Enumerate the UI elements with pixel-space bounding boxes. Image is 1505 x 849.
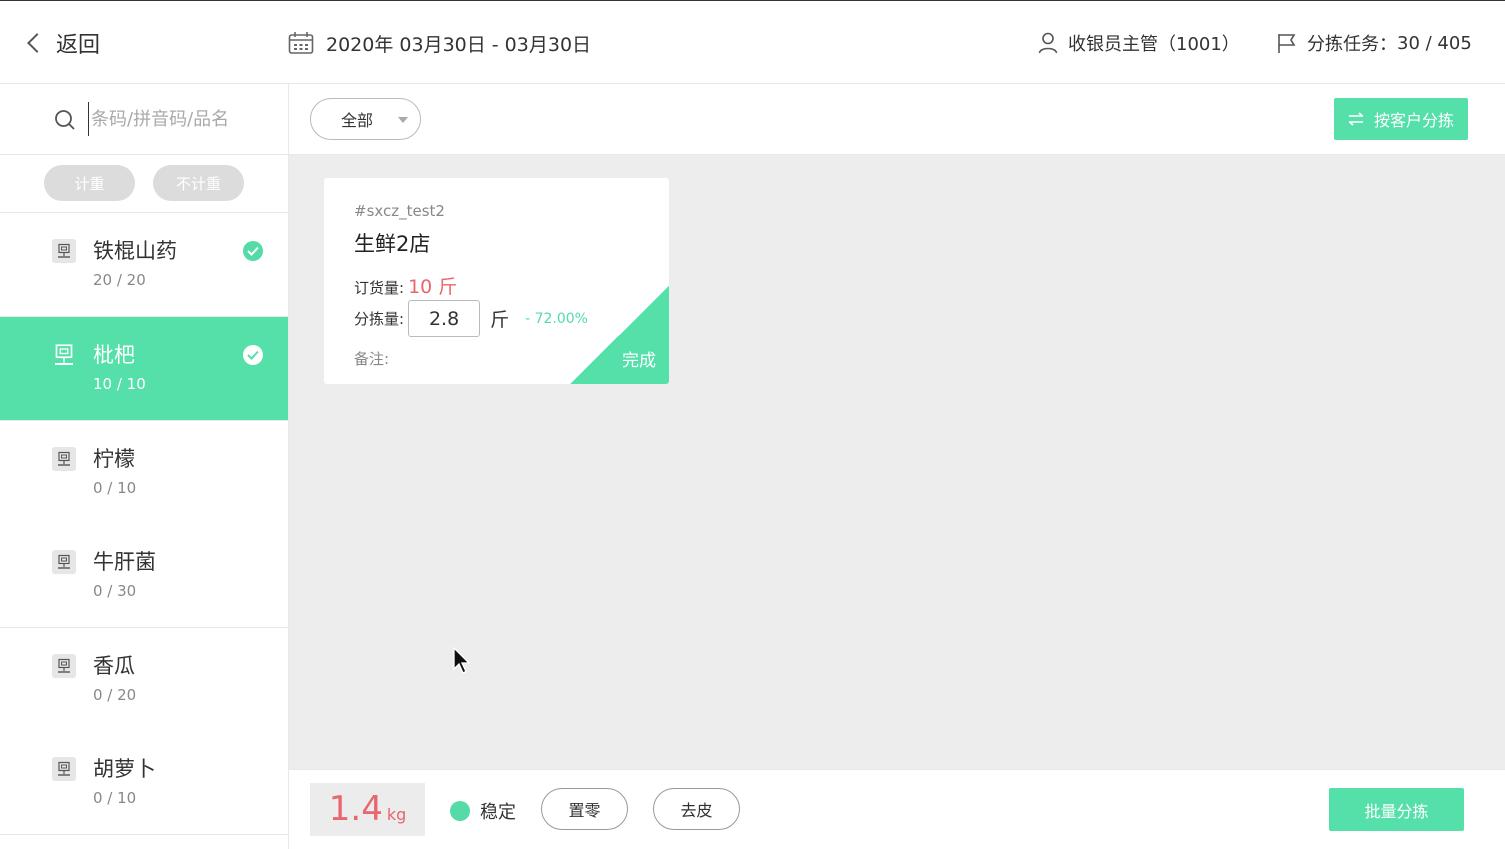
date-range-text: 2020年 03月30日 - 03月30日 [326,33,592,56]
product-name: 胡萝卜 [93,757,156,781]
product-name: 铁棍山药 [93,239,177,263]
product-count: 10 / 10 [93,375,146,393]
product-count: 0 / 30 [93,582,137,600]
ordered-label: 订货量: [354,279,405,297]
back-button[interactable]: 返回 [22,25,100,61]
sorted-row: 分拣量: 斤 - 72.00% [354,300,588,337]
scale-icon [52,757,76,781]
product-name: 香瓜 [93,654,135,678]
back-label: 返回 [56,33,101,58]
task-progress: 分拣任务： 30 / 405 [1277,25,1472,61]
search-input[interactable] [88,102,278,136]
zero-button[interactable]: 置零 [541,788,628,830]
scale-icon [52,239,76,263]
scale-icon [52,550,76,574]
weight-unit: kg [386,805,407,824]
sort-by-customer-label: 按客户分拣 [1373,111,1454,130]
filter-weighed-button[interactable]: 计重 [44,165,135,201]
store-code: #sxcz_test2 [354,202,445,220]
swap-icon [1348,112,1364,126]
stable-label: 稳定 [480,802,516,823]
caret-down-icon [398,117,408,123]
product-name: 牛肝菌 [93,550,156,574]
product-count: 0 / 10 [93,479,137,497]
product-count: 20 / 20 [93,271,146,289]
order-card-area: #sxcz_test2 生鲜2店 订货量: 10 斤 分拣量: 斤 - 72.0… [289,155,1505,769]
search-box [0,84,288,155]
ordered-row: 订货量: 10 斤 [354,272,457,299]
chevron-left-icon [27,33,47,53]
flag-icon [1278,34,1296,53]
task-label: 分拣任务： [1307,34,1397,55]
status-dot-icon [450,801,470,821]
filter-group: 计重 不计重 [0,155,288,213]
status-badge: 完成 [622,351,656,371]
filter-unweighed-button[interactable]: 不计重 [153,165,244,201]
product-count: 0 / 10 [93,789,137,807]
user-icon [1038,32,1058,54]
user-name: 收银员主管（1001） [1068,34,1240,55]
check-circle-icon [243,241,263,261]
check-circle-icon [243,345,263,365]
store-filter-value: 全部 [341,111,374,130]
product-name: 柠檬 [93,447,135,471]
note-row: 备注: [354,348,389,369]
scale-icon [52,447,76,471]
weight-value: 1.4 [328,789,383,829]
sidebar-item-ningmeng[interactable]: 柠檬 0 / 10 [0,421,288,525]
sorted-label: 分拣量: [354,310,405,328]
main-toolbar: 全部 按客户分拣 [289,84,1505,155]
calendar-icon [288,32,314,54]
store-name: 生鲜2店 [354,232,431,256]
ordered-value: 10 斤 [408,276,458,298]
sorted-quantity-input[interactable] [408,300,481,337]
stable-indicator: 稳定 [450,798,516,824]
sidebar-item-pipa[interactable]: 枇杷 10 / 10 [0,317,288,421]
header-bar: 返回 2020年 03月30日 - 03月30日 收银员主管（1001） 分拣任… [0,0,1505,84]
sidebar-item-niuganjun[interactable]: 牛肝菌 0 / 30 [0,524,288,628]
tare-button[interactable]: 去皮 [653,788,740,830]
date-range[interactable]: 2020年 03月30日 - 03月30日 [288,25,591,61]
task-value: 30 / 405 [1397,32,1472,54]
order-card[interactable]: #sxcz_test2 生鲜2店 订货量: 10 斤 分拣量: 斤 - 72.0… [324,178,669,384]
sort-by-customer-button[interactable]: 按客户分拣 [1334,98,1468,140]
scale-control-bar: 1.4 kg 稳定 置零 去皮 批量分拣 [289,769,1505,849]
mouse-cursor-icon [453,647,471,674]
search-icon [55,110,75,130]
scale-icon [52,343,76,367]
sidebar-item-xianggua[interactable]: 香瓜 0 / 20 [0,628,288,732]
sidebar-item-huluobo[interactable]: 胡萝卜 0 / 10 [0,731,288,835]
scale-icon [52,654,76,678]
sidebar-item-tiegunshanyao[interactable]: 铁棍山药 20 / 20 [0,213,288,317]
product-name: 枇杷 [93,343,135,367]
batch-sort-button[interactable]: 批量分拣 [1329,788,1464,831]
product-count: 0 / 20 [93,686,137,704]
store-filter-select[interactable]: 全部 [310,98,421,140]
note-label: 备注: [354,350,390,368]
weight-display: 1.4 kg [310,783,425,836]
user-info[interactable]: 收银员主管（1001） [1038,25,1240,61]
product-sidebar: 计重 不计重 铁棍山药 20 / 20 枇杷 10 / 10 柠檬 0 / 10 [0,84,289,849]
sorted-unit: 斤 [490,309,510,331]
